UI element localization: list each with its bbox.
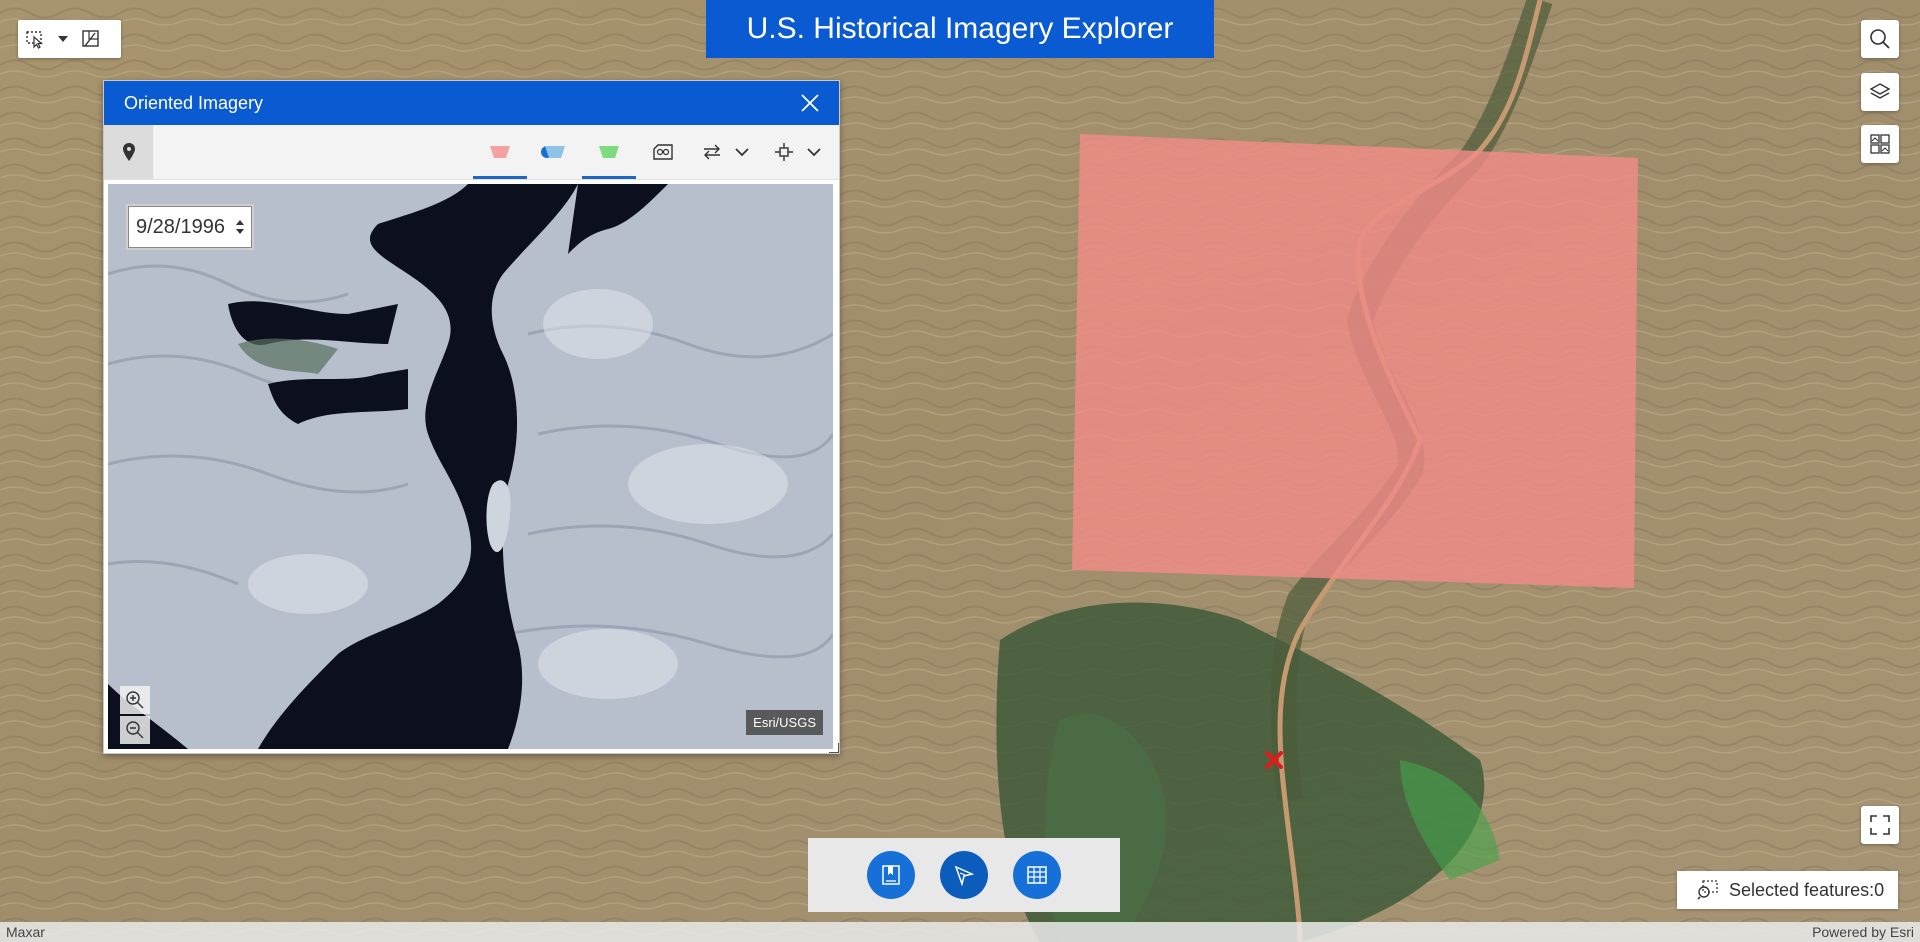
layers-button[interactable] (1861, 73, 1899, 111)
footprint-toggle-green[interactable] (582, 125, 636, 179)
map-attribution: Maxar Powered by Esri (0, 922, 1920, 942)
chevron-down-icon (807, 147, 821, 156)
basemap-gallery-icon (1870, 134, 1890, 154)
footprint-green-icon (599, 146, 619, 158)
footprint-red-icon (490, 146, 510, 158)
footprint-blue-icon (545, 146, 565, 158)
sketch-button[interactable] (940, 851, 988, 899)
selected-features-button[interactable]: Selected features:0 (1677, 871, 1898, 909)
app-title: U.S. Historical Imagery Explorer (706, 0, 1214, 58)
selected-features-icon (1697, 880, 1718, 900)
select-tool-button[interactable] (18, 20, 52, 58)
clear-selection-button[interactable] (74, 20, 108, 58)
image-footprint[interactable] (1072, 134, 1638, 588)
search-icon (1870, 29, 1890, 49)
search-button[interactable] (1861, 20, 1899, 58)
image-date-value: 9/28/1996 (136, 215, 225, 238)
table-icon (1027, 866, 1047, 884)
select-dropdown[interactable] (52, 20, 74, 58)
oriented-imagery-header: Oriented Imagery (104, 81, 839, 125)
bookmarks-icon (882, 865, 900, 885)
oriented-imagery-title: Oriented Imagery (124, 92, 264, 113)
select-pointer-icon (26, 31, 44, 49)
map-attribution-source: Maxar (6, 924, 45, 940)
zoom-out-button[interactable] (120, 716, 150, 744)
oriented-imagery-toolbar (104, 125, 839, 180)
navigate-dropdown[interactable] (730, 125, 754, 179)
chevron-down-icon (735, 147, 749, 156)
historical-image (108, 184, 833, 749)
resize-handle-icon[interactable] (829, 743, 839, 753)
oriented-image-viewer[interactable]: 9/28/1996 Esri/USGS (108, 184, 833, 749)
sketch-icon (954, 865, 975, 886)
selected-features-label: Selected features:0 (1729, 879, 1885, 900)
spinner-arrows-icon[interactable] (235, 219, 245, 235)
select-tools (18, 20, 121, 58)
zoom-in-button[interactable] (120, 686, 150, 714)
image-date-selector[interactable]: 9/28/1996 (128, 206, 252, 248)
crosshair-icon (775, 143, 793, 161)
fullscreen-icon (1870, 815, 1890, 835)
chevron-down-icon (58, 36, 68, 42)
layers-icon (1869, 83, 1891, 99)
image-attribution: Esri/USGS (746, 710, 823, 735)
image-tools-button[interactable] (766, 125, 802, 179)
action-bar (808, 838, 1120, 912)
image-enhancement-button[interactable] (640, 125, 686, 179)
oriented-imagery-panel: Oriented Imagery 9/28/1996 Esri/USGS (103, 80, 840, 754)
basemap-gallery-button[interactable] (1861, 125, 1899, 163)
footprint-toggle-red[interactable] (473, 125, 527, 179)
powered-by-esri[interactable]: Powered by Esri (1812, 924, 1914, 940)
map-image-location-button[interactable] (104, 125, 153, 179)
clear-selection-icon (82, 30, 99, 47)
navigate-images-button[interactable] (694, 125, 730, 179)
footprint-toggle-blue[interactable] (528, 125, 582, 179)
zoom-out-icon (126, 721, 144, 739)
close-icon[interactable] (799, 92, 821, 114)
zoom-in-icon (126, 691, 144, 709)
image-gallery-icon (653, 144, 673, 160)
swap-arrows-icon (704, 144, 720, 160)
bookmarks-button[interactable] (867, 851, 915, 899)
image-tools-dropdown[interactable] (802, 125, 826, 179)
fullscreen-button[interactable] (1861, 806, 1899, 844)
table-button[interactable] (1013, 851, 1061, 899)
map-pin-icon (122, 143, 135, 161)
